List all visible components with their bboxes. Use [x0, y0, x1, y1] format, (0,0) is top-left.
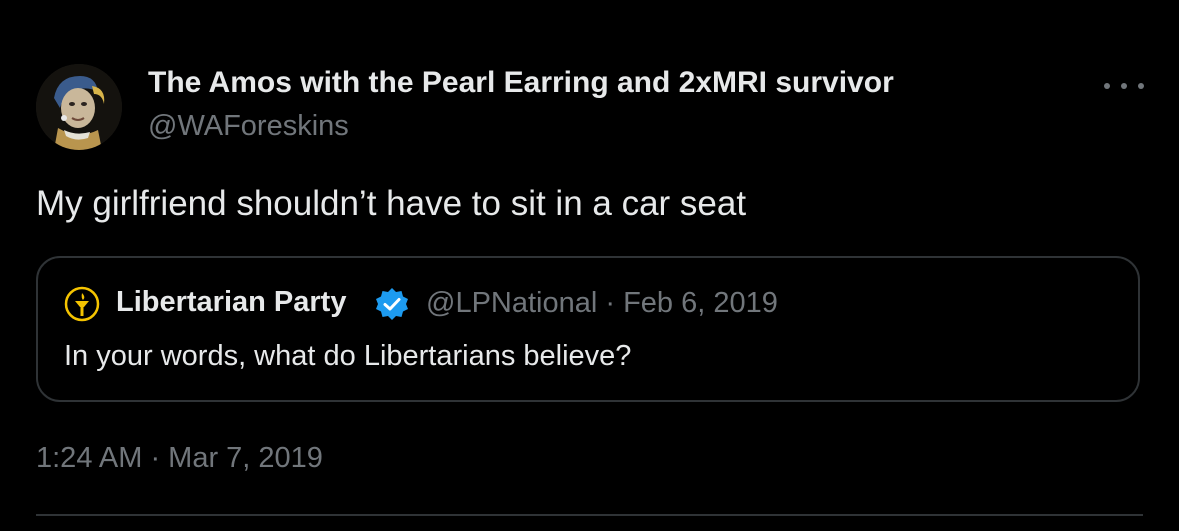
author-handle[interactable]: @WAForeskins	[148, 110, 349, 143]
quoted-tweet-text: In your words, what do Libertarians beli…	[64, 340, 632, 372]
more-dot	[1121, 83, 1127, 89]
author-display-name[interactable]: The Amos with the Pearl Earring and 2xMR…	[148, 66, 894, 100]
pearl-earring-portrait-icon	[36, 64, 122, 150]
tweet-text: My girlfriend shouldn’t have to sit in a…	[36, 184, 747, 223]
more-dot	[1104, 83, 1110, 89]
verified-badge-icon	[376, 288, 408, 320]
torch-logo-icon	[64, 286, 100, 322]
quoted-tweet-card[interactable]: Libertarian Party @LPNational · Feb 6, 2…	[36, 256, 1140, 402]
tweet-detail: The Amos with the Pearl Earring and 2xMR…	[0, 0, 1179, 531]
divider	[36, 514, 1143, 516]
tweet-timestamp[interactable]: 1:24 AM · Mar 7, 2019	[36, 442, 323, 475]
quoted-handle-date: @LPNational · Feb 6, 2019	[426, 287, 778, 319]
quoted-display-name: Libertarian Party	[116, 286, 347, 318]
author-avatar[interactable]	[36, 64, 122, 150]
more-dot	[1138, 83, 1144, 89]
more-options-icon[interactable]	[1104, 74, 1144, 98]
